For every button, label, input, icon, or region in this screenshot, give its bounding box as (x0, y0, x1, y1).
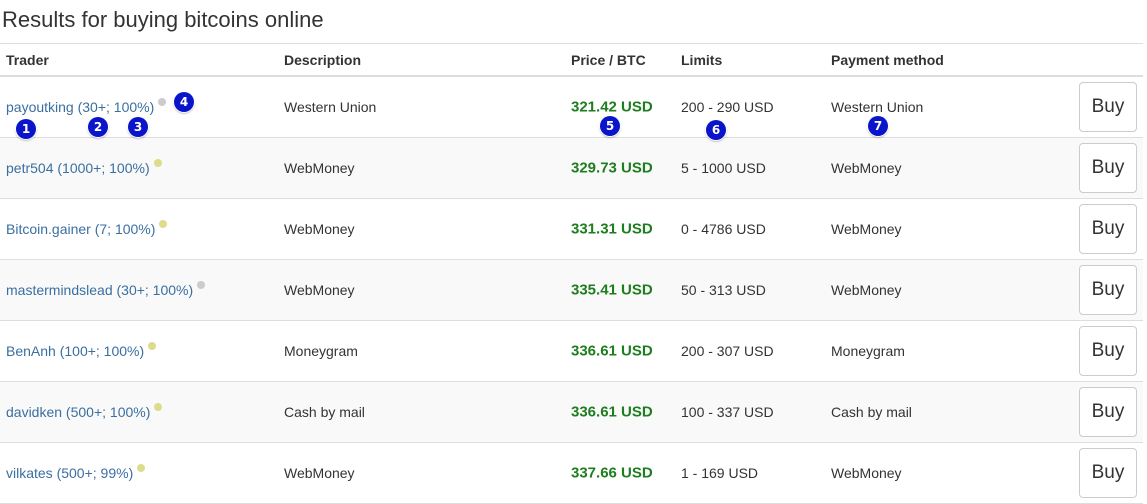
limits-cell: 0 - 4786 USD (681, 221, 766, 237)
price-cell: 336.61 USD (571, 403, 653, 421)
limits-cell: 200 - 307 USD (681, 343, 774, 359)
online-status-dot (154, 403, 163, 411)
annotation-marker: 4 (174, 92, 194, 112)
payment-method-cell: Cash by mail (831, 404, 912, 420)
price-cell: 329.73 USD (571, 159, 653, 177)
column-header-price: Price / BTC (571, 52, 646, 68)
trader-link[interactable]: davidken (500+; 100%) (6, 404, 150, 420)
payment-method-cell: WebMoney (831, 221, 902, 237)
limits-cell: 200 - 290 USD (681, 99, 774, 115)
annotation-marker: 6 (706, 120, 726, 140)
column-header-limits: Limits (681, 52, 723, 68)
column-header-trader: Trader (6, 52, 49, 68)
trader-link[interactable]: mastermindslead (30+; 100%) (6, 282, 193, 298)
description-cell: WebMoney (284, 282, 355, 298)
trader-cell: petr504 (1000+; 100%) (6, 159, 162, 176)
online-status-dot (153, 159, 162, 167)
trader-cell: Bitcoin.gainer (7; 100%) (6, 220, 168, 237)
description-cell: Western Union (284, 99, 377, 115)
payment-method-cell: Western Union (831, 99, 924, 115)
price-cell: 337.66 USD (571, 464, 653, 482)
annotation-marker: 5 (600, 116, 620, 136)
annotation-marker: 7 (868, 116, 888, 136)
trader-link[interactable]: vilkates (500+; 99%) (6, 465, 133, 481)
buy-button[interactable]: Buy (1079, 448, 1137, 498)
description-cell: Cash by mail (284, 404, 365, 420)
buy-button[interactable]: Buy (1079, 82, 1137, 132)
annotation-marker: 3 (128, 117, 148, 137)
table-row: mastermindslead (30+; 100%) WebMoney 335… (0, 260, 1143, 321)
table-row: payoutking (30+; 100%) Western Union 321… (0, 77, 1143, 138)
buy-button[interactable]: Buy (1079, 326, 1137, 376)
payment-method-cell: Moneygram (831, 343, 905, 359)
table-row: petr504 (1000+; 100%) WebMoney 329.73 US… (0, 138, 1143, 199)
annotation-marker: 1 (16, 119, 36, 139)
limits-cell: 1 - 169 USD (681, 465, 759, 481)
price-cell: 331.31 USD (571, 220, 653, 238)
payment-method-cell: WebMoney (831, 465, 902, 481)
limits-cell: 100 - 337 USD (681, 404, 774, 420)
online-status-dot (197, 281, 206, 289)
trader-cell: mastermindslead (30+; 100%) (6, 281, 206, 298)
limits-cell: 50 - 313 USD (681, 282, 766, 298)
online-status-dot (137, 464, 146, 472)
table-row: BenAnh (100+; 100%) Moneygram 336.61 USD… (0, 321, 1143, 382)
online-status-dot (148, 342, 157, 350)
description-cell: WebMoney (284, 160, 355, 176)
payment-method-cell: WebMoney (831, 160, 902, 176)
trader-link[interactable]: payoutking (30+; 100%) (6, 99, 154, 115)
buy-button[interactable]: Buy (1079, 387, 1137, 437)
payment-method-cell: WebMoney (831, 282, 902, 298)
page-title: Results for buying bitcoins online (2, 7, 324, 32)
table-header: Trader Description Price / BTC Limits Pa… (0, 43, 1143, 77)
description-cell: Moneygram (284, 343, 358, 359)
description-cell: WebMoney (284, 221, 355, 237)
trader-link[interactable]: BenAnh (100+; 100%) (6, 343, 144, 359)
table-row: Bitcoin.gainer (7; 100%) WebMoney 331.31… (0, 199, 1143, 260)
trader-link[interactable]: petr504 (1000+; 100%) (6, 160, 150, 176)
limits-cell: 5 - 1000 USD (681, 160, 766, 176)
description-cell: WebMoney (284, 465, 355, 481)
online-status-dot (158, 98, 167, 106)
column-header-payment-method: Payment method (831, 52, 944, 68)
table-row: vilkates (500+; 99%) WebMoney 337.66 USD… (0, 443, 1143, 504)
column-header-description: Description (284, 52, 362, 68)
online-status-dot (159, 220, 168, 228)
trader-cell: payoutking (30+; 100%) (6, 98, 167, 115)
buy-button[interactable]: Buy (1079, 143, 1137, 193)
buy-button[interactable]: Buy (1079, 204, 1137, 254)
trader-cell: vilkates (500+; 99%) (6, 464, 146, 481)
buy-button[interactable]: Buy (1079, 265, 1137, 315)
results-table: Trader Description Price / BTC Limits Pa… (0, 43, 1143, 504)
trader-link[interactable]: Bitcoin.gainer (7; 100%) (6, 221, 155, 237)
price-cell: 336.61 USD (571, 342, 653, 360)
annotation-marker: 2 (88, 117, 108, 137)
table-row: davidken (500+; 100%) Cash by mail 336.6… (0, 382, 1143, 443)
price-cell: 335.41 USD (571, 281, 653, 299)
table-body: payoutking (30+; 100%) Western Union 321… (0, 77, 1143, 504)
trader-cell: davidken (500+; 100%) (6, 403, 163, 420)
price-cell: 321.42 USD (571, 98, 653, 116)
trader-cell: BenAnh (100+; 100%) (6, 342, 157, 359)
